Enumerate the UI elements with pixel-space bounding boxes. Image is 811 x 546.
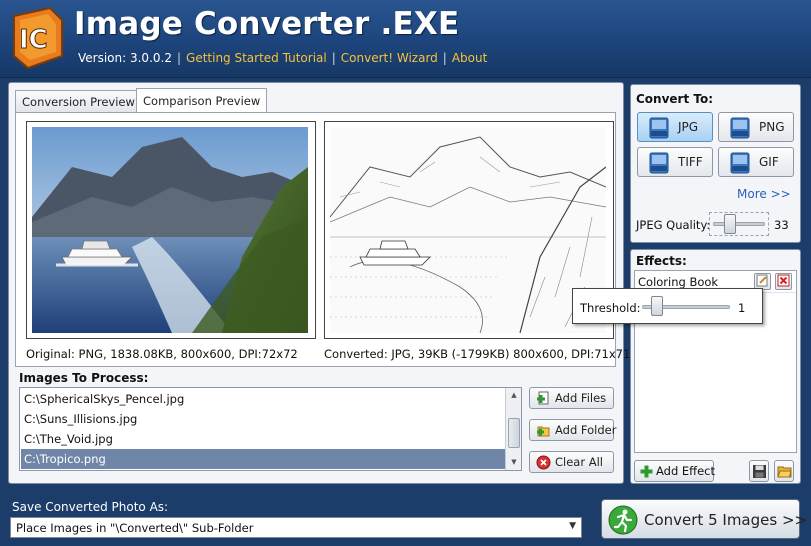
gif-file-icon xyxy=(730,152,750,174)
runner-icon xyxy=(608,505,638,535)
clear-all-button[interactable]: Clear All xyxy=(529,451,614,473)
add-files-icon xyxy=(537,391,549,405)
dropdown-arrow-icon: ▼ xyxy=(569,521,576,531)
png-file-icon xyxy=(730,117,750,139)
add-effect-label: Add Effect xyxy=(656,464,716,478)
convert-wizard-link[interactable]: Convert! Wizard xyxy=(341,51,438,65)
converted-image xyxy=(330,127,606,333)
effect-name: Coloring Book xyxy=(638,275,719,289)
format-png-label: PNG xyxy=(759,120,785,134)
format-tiff-button[interactable]: TIFF xyxy=(637,147,713,177)
add-folder-label: Add Folder xyxy=(555,423,617,437)
format-gif-button[interactable]: GIF xyxy=(718,147,794,177)
scroll-thumb[interactable] xyxy=(508,418,520,448)
save-location-value: Place Images in "\Converted\" Sub-Folder xyxy=(16,521,254,535)
convert-images-label: Convert 5 Images >> xyxy=(644,511,808,529)
convert-images-button[interactable]: Convert 5 Images >> xyxy=(601,499,807,539)
convert-to-label: Convert To: xyxy=(636,92,714,106)
tiff-file-icon xyxy=(649,152,669,174)
add-effect-icon xyxy=(640,465,653,478)
original-image xyxy=(32,127,308,333)
images-to-process-label: Images To Process: xyxy=(19,371,149,385)
list-item[interactable]: C:\The_Void.jpg xyxy=(21,429,505,449)
jpeg-quality-track xyxy=(713,222,765,226)
original-caption: Original: PNG, 1838.08KB, 800x600, DPI:7… xyxy=(26,347,298,361)
save-location-select[interactable]: Place Images in "\Converted\" Sub-Folder… xyxy=(10,517,582,538)
open-effects-button[interactable] xyxy=(774,460,794,482)
jpeg-quality-thumb[interactable] xyxy=(724,214,736,234)
add-files-button[interactable]: Add Files xyxy=(529,387,614,409)
converted-caption: Converted: JPG, 39KB (-1799KB) 800x600, … xyxy=(324,347,631,361)
save-disk-icon xyxy=(753,465,766,478)
app-header: IC Image Converter .EXE Version: 3.0.0.2… xyxy=(0,0,811,78)
header-nav: Version: 3.0.0.2 | Getting Started Tutoria… xyxy=(78,51,488,65)
threshold-popup: Threshold: 1 xyxy=(572,288,763,324)
effects-panel: Effects: Coloring Book Add Effect xyxy=(630,249,801,484)
effects-label: Effects: xyxy=(636,254,687,268)
file-list-scrollbar[interactable]: ▲ ▼ xyxy=(505,388,521,470)
save-as-label: Save Converted Photo As: xyxy=(12,500,169,514)
format-tiff-label: TIFF xyxy=(678,155,703,169)
version-text: Version: 3.0.0.2 xyxy=(78,51,172,65)
scroll-up-icon[interactable]: ▲ xyxy=(507,388,521,402)
jpeg-quality-label: JPEG Quality: xyxy=(636,218,711,232)
add-files-label: Add Files xyxy=(555,391,607,405)
scroll-down-icon[interactable]: ▼ xyxy=(507,455,521,469)
original-preview xyxy=(26,121,316,339)
jpeg-quality-value: 33 xyxy=(774,218,789,232)
format-png-button[interactable]: PNG xyxy=(718,112,794,142)
images-file-list[interactable]: C:\SphericalSkys_Pencel.jpg C:\Suns_Illi… xyxy=(19,387,522,471)
about-link[interactable]: About xyxy=(452,51,487,65)
threshold-value: 1 xyxy=(738,301,746,315)
main-panel: Conversion Preview Comparison Preview Or… xyxy=(8,82,630,484)
more-formats-link[interactable]: More >> xyxy=(737,187,791,201)
comparison-preview-pane: Original: PNG, 1838.08KB, 800x600, DPI:7… xyxy=(15,112,630,367)
tab-comparison-preview[interactable]: Comparison Preview xyxy=(136,88,268,112)
add-folder-button[interactable]: Add Folder xyxy=(529,419,617,441)
add-effect-button[interactable]: Add Effect xyxy=(634,460,716,482)
threshold-thumb[interactable] xyxy=(651,296,663,316)
list-item[interactable]: C:\Suns_Illisions.jpg xyxy=(21,409,505,429)
format-jpg-label: JPG xyxy=(678,120,699,134)
threshold-label: Threshold: xyxy=(580,301,641,315)
tab-conversion-preview[interactable]: Conversion Preview xyxy=(15,90,142,112)
list-item[interactable]: C:\SphericalSkys_Pencel.jpg xyxy=(21,389,505,409)
jpg-file-icon xyxy=(649,117,669,139)
logo-text: IC xyxy=(19,25,48,55)
remove-effect-icon[interactable] xyxy=(775,273,792,290)
app-title: Image Converter .EXE xyxy=(74,6,460,42)
open-folder-icon xyxy=(777,466,792,478)
app-logo-icon: IC xyxy=(10,6,66,70)
save-effects-button[interactable] xyxy=(749,460,769,482)
clear-all-label: Clear All xyxy=(555,455,603,469)
list-item-selected[interactable]: C:\Tropico.png xyxy=(21,449,505,469)
getting-started-link[interactable]: Getting Started Tutorial xyxy=(186,51,327,65)
converted-preview xyxy=(324,121,614,339)
format-jpg-button[interactable]: JPG xyxy=(637,112,713,142)
convert-to-panel: Convert To: JPG PNG TIFF GIF More >> JPE… xyxy=(630,84,801,243)
jpeg-quality-slider[interactable] xyxy=(709,212,769,236)
format-gif-label: GIF xyxy=(759,155,779,169)
clear-all-icon xyxy=(536,455,551,470)
add-folder-icon xyxy=(537,426,550,437)
